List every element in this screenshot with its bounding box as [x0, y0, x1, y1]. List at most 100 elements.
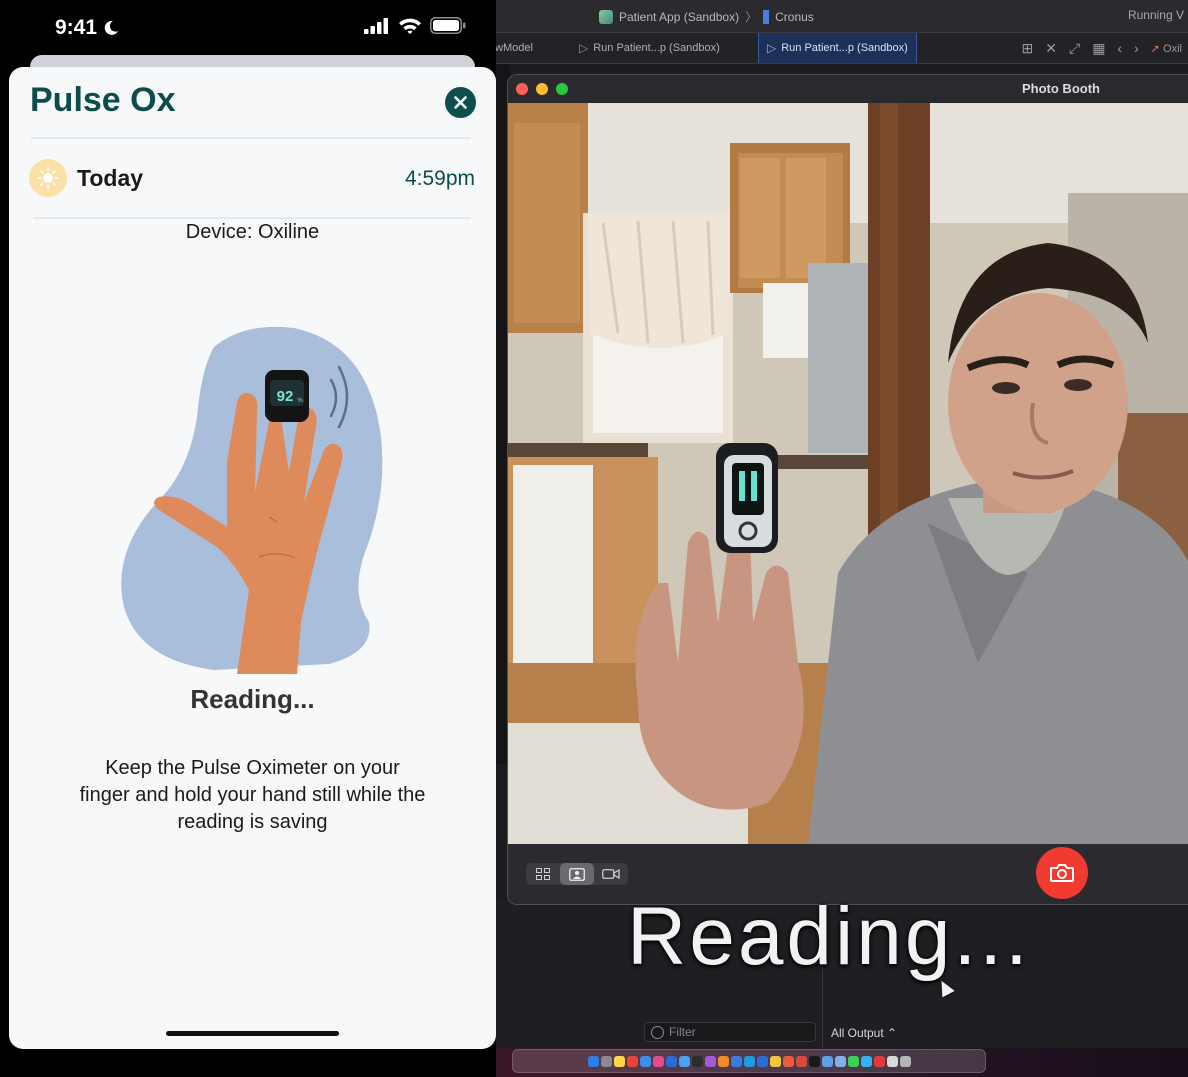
app-icon[interactable]	[652, 1055, 664, 1067]
app-icon[interactable]	[795, 1055, 807, 1067]
chrome-icon[interactable]	[626, 1055, 638, 1067]
folder-icon[interactable]	[886, 1055, 898, 1067]
portrait-icon	[569, 867, 585, 881]
take-photo-button[interactable]	[1036, 847, 1088, 899]
reading-status: Reading...	[190, 684, 315, 714]
app-icon[interactable]	[821, 1055, 833, 1067]
app-icon[interactable]	[782, 1055, 794, 1067]
hand-illustration: 92 %	[121, 326, 383, 674]
tab-label: Run Patient...p (Sandbox)	[593, 42, 720, 54]
app-icon[interactable]	[743, 1055, 755, 1067]
play-icon: ▷	[767, 41, 777, 55]
sun-icon	[37, 167, 59, 189]
screen: Patient App (Sandbox) 〉 Cronus Running V…	[0, 0, 1188, 1077]
trash-icon[interactable]	[899, 1055, 911, 1067]
tab-run-patient-2[interactable]: ▷ Run Patient...p (Sandbox)	[758, 33, 917, 63]
camera-icon	[1050, 864, 1074, 882]
close-icon	[454, 96, 467, 109]
video-caption: Reading...	[627, 891, 1031, 982]
facetime-icon[interactable]	[847, 1055, 859, 1067]
grid-icon	[536, 868, 550, 880]
scheme-name: Patient App (Sandbox)	[619, 9, 740, 24]
filter-input[interactable]	[669, 1025, 809, 1039]
close-button[interactable]	[445, 87, 476, 118]
forward-icon[interactable]: ›	[1134, 40, 1139, 56]
page-title: Pulse Ox	[30, 81, 176, 119]
device-label: Device: Oxiline	[185, 221, 320, 243]
app-icon[interactable]	[678, 1055, 690, 1067]
reading-day: Today	[77, 165, 144, 191]
notes-icon[interactable]	[613, 1055, 625, 1067]
launchpad-icon[interactable]	[600, 1055, 612, 1067]
editor-tools: ⊞ ✕ ⤢ ▦ ‹ › ➚ Oxil	[1022, 33, 1188, 63]
hand-oximeter-illustration: 92 %	[119, 322, 389, 674]
close-icon[interactable]: ✕	[1045, 40, 1057, 57]
scheme-selector[interactable]: Patient App (Sandbox) 〉 Cronus	[599, 8, 814, 25]
app-icon[interactable]	[730, 1055, 742, 1067]
filter-field[interactable]	[644, 1022, 816, 1042]
app-icon[interactable]	[704, 1055, 716, 1067]
pulse-ox-sheet: Pulse Ox Today 4:59pm Device: Oxiline 92…	[9, 67, 496, 1049]
simulator-device: 9:41 Pulse Ox Today 4:59pm Device: Oxili…	[0, 0, 496, 1077]
app-icon[interactable]	[769, 1055, 781, 1067]
tab-label: Run Patient...p (Sandbox)	[781, 42, 908, 54]
tab-run-patient-1[interactable]: ▷ Run Patient...p (Sandbox)	[579, 33, 720, 63]
video-icon	[602, 868, 620, 880]
tab-oxil[interactable]: ➚ Oxil	[1151, 42, 1182, 55]
camera-frame	[508, 103, 1188, 844]
preview-icon[interactable]	[834, 1055, 846, 1067]
tab-viewmodel[interactable]: wModel	[495, 33, 533, 63]
filter-icon	[651, 1025, 664, 1039]
status-bar: 9:41	[0, 0, 496, 60]
title-bar: Photo Booth	[508, 75, 1188, 103]
divider	[31, 137, 471, 139]
minimize-window-button[interactable]	[536, 83, 548, 95]
grid-icon[interactable]: ▦	[1092, 40, 1105, 57]
tab-label: Oxil	[1163, 42, 1182, 55]
view-mode-selector[interactable]	[526, 863, 628, 885]
swift-icon: ➚	[1150, 42, 1160, 55]
photo-booth-icon[interactable]	[873, 1055, 885, 1067]
cellular-signal-icon	[364, 17, 388, 34]
finder-icon[interactable]	[587, 1055, 599, 1067]
safari-icon[interactable]	[639, 1055, 651, 1067]
instructions-text: Keep the Pulse Oximeter on your finger a…	[79, 757, 426, 833]
camera-preview	[508, 103, 1188, 844]
status-indicators	[364, 17, 466, 34]
wifi-icon	[399, 18, 421, 34]
divider	[33, 217, 471, 219]
device-icon	[763, 9, 770, 24]
terminal-icon[interactable]	[808, 1055, 820, 1067]
messages-icon[interactable]	[860, 1055, 872, 1067]
photo-booth-window: Photo Booth	[507, 74, 1188, 905]
view-video-button[interactable]	[594, 863, 628, 885]
oximeter-unit: %	[297, 398, 303, 404]
view-grid-button[interactable]	[526, 863, 560, 885]
tab-label: wModel	[495, 42, 533, 54]
expand-icon[interactable]: ⤢	[1069, 40, 1080, 57]
app-icon	[599, 9, 613, 24]
status-time: 9:41	[55, 16, 98, 39]
app-icon[interactable]	[691, 1055, 703, 1067]
output-selector[interactable]: All Output ⌃	[831, 1026, 897, 1040]
moon-icon	[104, 20, 119, 35]
add-editor-icon[interactable]: ⊞	[1022, 40, 1034, 57]
chevron-right-icon: 〉	[745, 10, 758, 24]
home-indicator[interactable]	[166, 1031, 339, 1036]
status-time-group: 9:41	[55, 16, 119, 40]
zoom-window-button[interactable]	[556, 83, 568, 95]
view-single-button[interactable]	[560, 863, 594, 885]
activity-status: Running V	[1127, 8, 1184, 22]
reading-time: 4:59pm	[404, 167, 475, 190]
oximeter-value: 92	[277, 388, 294, 405]
app-icon[interactable]	[717, 1055, 729, 1067]
xcode-icon[interactable]	[756, 1055, 768, 1067]
window-title: Photo Booth	[1022, 81, 1100, 96]
run-destination: Cronus	[775, 9, 814, 24]
xcode-toolbar: Patient App (Sandbox) 〉 Cronus Running V	[495, 0, 1188, 33]
close-window-button[interactable]	[516, 83, 528, 95]
app-icon[interactable]	[665, 1055, 677, 1067]
editor-tab-bar: wModel ▷ Run Patient...p (Sandbox) ▷ Run…	[495, 33, 1188, 64]
back-icon[interactable]: ‹	[1117, 40, 1122, 56]
battery-icon	[430, 17, 466, 34]
